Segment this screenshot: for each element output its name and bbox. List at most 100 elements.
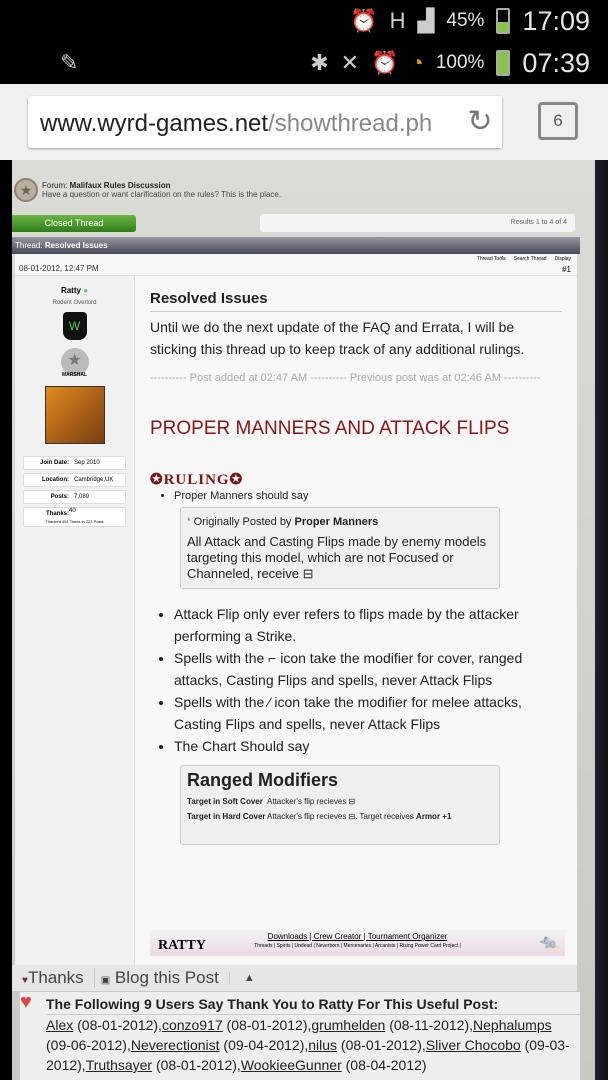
location: Location: Cambridge,UK: [23, 473, 126, 487]
user-link[interactable]: conzo917: [162, 1017, 223, 1033]
clock: 17:09: [522, 5, 590, 36]
wifi-icon: ◔: [410, 50, 424, 75]
bullet-item: Spells with the ⌐ icon take the modifier…: [174, 647, 562, 691]
modifiers-title: Ranged Modifiers: [187, 770, 339, 790]
alarm-icon: ⏰: [371, 50, 399, 75]
battery-icon: [496, 50, 511, 76]
battery-icon: [496, 8, 511, 34]
mute-icon: ✕: [340, 50, 360, 75]
signal-icon: ▟: [417, 8, 435, 33]
clock: 07:39: [522, 47, 590, 78]
blog-icon: ▣: [100, 975, 111, 986]
join-date: Join Date: Sep 2010: [23, 456, 126, 470]
user-link[interactable]: Sliver Chocobo: [426, 1037, 521, 1053]
url-domain: www.wyrd-games.net: [40, 110, 269, 137]
thanks-heading: The Following 9 Users Say Thank You to R…: [46, 994, 580, 1015]
bullet-item: The Chart Should say: [174, 735, 562, 757]
thanks-user: nilus (08-01-2012),: [308, 1037, 426, 1053]
quote-text: All Attack and Casting Flips made by ene…: [187, 534, 487, 581]
top-hat-icon: W: [62, 312, 87, 340]
post-added-note: ---------- Post added at 02:47 AM ------…: [150, 372, 541, 384]
section-heading: PROPER MANNERS AND ATTACK FLIPS: [150, 418, 510, 439]
post-body: Ratty ● Rodent Overlord W ★ MARSHAL Join…: [15, 276, 577, 966]
forum-label: Forum:: [42, 181, 68, 190]
forum-star-icon: ★: [14, 178, 38, 202]
thread-title: Resolved Issues: [44, 241, 108, 250]
ruling-image: ✪RULING✪: [150, 472, 244, 488]
thanks-user: Truthsayer (08-01-2012),: [85, 1057, 241, 1073]
bluetooth-icon: ✱: [310, 50, 329, 75]
user-title: Rodent Overlord: [52, 300, 97, 306]
thanks-count: Thanks: 40 Thanked 451 Times in 223 Posts: [23, 507, 126, 527]
user-avatar[interactable]: [44, 386, 105, 444]
url-bar[interactable]: www.wyrd-games.net/showthread.ph: [28, 96, 502, 148]
bullet-item: Proper Manners should say: [174, 489, 562, 503]
web-page: ★ Forum: Malifaux Rules Discussion Have …: [12, 160, 595, 1080]
search-thread-menu[interactable]: Search Thread: [514, 256, 547, 262]
post-content: Resolved Issues Until we do the next upd…: [135, 276, 577, 966]
bullet-item: Spells with the ⁄ icon take the modifier…: [174, 691, 562, 735]
signature: RATTY Downloads | Crew Creator | Tournam…: [150, 930, 565, 956]
alarm-icon: ⏰: [350, 8, 378, 33]
user-link[interactable]: WookieeGunner: [241, 1057, 342, 1073]
scroll-top-icon[interactable]: ▲: [228, 972, 255, 984]
user-link[interactable]: Alex: [46, 1017, 73, 1033]
thanks-list: ♥ The Following 9 Users Say Thank You to…: [20, 992, 580, 1080]
quote-icon: ❛: [187, 516, 191, 528]
results-count: Results 1 to 4 of 4: [260, 214, 575, 232]
thread-tools-menu[interactable]: Thread Tools: [477, 256, 506, 262]
posts-count: Posts: 7,089: [23, 490, 126, 504]
closed-thread-button[interactable]: Closed Thread: [12, 215, 136, 232]
post-date: 08-01-2012, 12:47 PM: [19, 264, 99, 273]
thanks-user: WookieeGunner (08-04-2012): [240, 1057, 427, 1073]
thread-title-bar: Thread: Resolved Issues: [12, 237, 580, 254]
rat-icon: 🐀: [539, 935, 559, 952]
modifier-row: Target in Soft Cover Attacker's flip reci…: [187, 797, 356, 806]
signature-links[interactable]: Downloads | Crew Creator | Tournament Or…: [150, 932, 565, 941]
thanks-user: Neverectionist (09-04-2012),: [130, 1037, 309, 1053]
online-icon: ●: [83, 286, 89, 295]
ranged-modifiers-box: Ranged Modifiers Target in Soft Cover Att…: [180, 765, 500, 845]
url-path: /showthread.ph: [268, 110, 433, 137]
forum-description: Have a question or want clarification on…: [42, 190, 282, 199]
user-link[interactable]: Truthsayer: [86, 1057, 152, 1073]
post-header: 08-01-2012, 12:47 PM Thread Tools Search…: [15, 254, 577, 276]
post-title: Resolved Issues: [150, 290, 562, 312]
bullet-item: Attack Flip only ever refers to flips ma…: [174, 603, 562, 647]
inner-status-bar: ✎ ✱ ✕ ⏰ ◔ 100% 07:39: [0, 42, 608, 84]
browser-toolbar: www.wyrd-games.net/showthread.ph ↻ 6: [0, 84, 608, 160]
user-link[interactable]: Neverectionist: [131, 1037, 220, 1053]
battery-percent: 100%: [435, 52, 485, 73]
user-info: Ratty ● Rodent Overlord W ★ MARSHAL Join…: [15, 276, 135, 966]
network-type-icon: H: [389, 8, 406, 33]
signature-threads[interactable]: Threads | Spirits | Undead | Neverborn |…: [150, 943, 565, 949]
quote-author-link[interactable]: Proper Manners: [295, 516, 379, 528]
thanks-button[interactable]: ♥Thanks: [22, 968, 84, 988]
thread-label: Thread:: [15, 241, 43, 250]
user-link[interactable]: nilus: [308, 1037, 337, 1053]
negative-flip-icon: ⊟: [302, 566, 314, 581]
user-link[interactable]: Nephalumps: [473, 1017, 552, 1033]
signature-logo: RATTY: [158, 938, 206, 953]
thanks-user: Alex (08-01-2012),: [46, 1017, 162, 1033]
thanks-user: grumhelden (08-11-2012),: [311, 1017, 474, 1033]
username-link[interactable]: Ratty: [61, 286, 81, 295]
thanks-heart-icon: ♥: [20, 991, 32, 1013]
intro-text: Until we do the next update of the FAQ a…: [150, 319, 525, 357]
tabs-button[interactable]: 6: [538, 102, 578, 140]
post-number[interactable]: #1: [562, 265, 571, 274]
blog-post-button[interactable]: ▣ Blog this Post: [93, 968, 219, 988]
badge-label: MARSHAL: [62, 372, 87, 378]
battery-percent: 45%: [446, 10, 485, 31]
modifier-row: Target in Hard Cover Attacker's flip reci…: [187, 812, 452, 821]
forum-header: ★ Forum: Malifaux Rules Discussion Have …: [14, 178, 281, 202]
reload-icon[interactable]: ↻: [458, 96, 502, 148]
post-actions: ♥Thanks ▣ Blog this Post ▲: [12, 965, 577, 991]
outer-status-bar: ⏰ H ▟ 45% 17:09: [0, 0, 608, 42]
forum-name-link[interactable]: Malifaux Rules Discussion: [70, 181, 171, 190]
user-link[interactable]: grumhelden: [311, 1017, 385, 1033]
display-menu[interactable]: Display: [555, 256, 571, 262]
quote-box: ❛ Originally Posted by Proper Manners Al…: [180, 507, 500, 589]
thanks-user: conzo917 (08-01-2012),: [161, 1017, 312, 1033]
thanks-users: Alex (08-01-2012),conzo917 (08-01-2012),…: [46, 1015, 580, 1075]
